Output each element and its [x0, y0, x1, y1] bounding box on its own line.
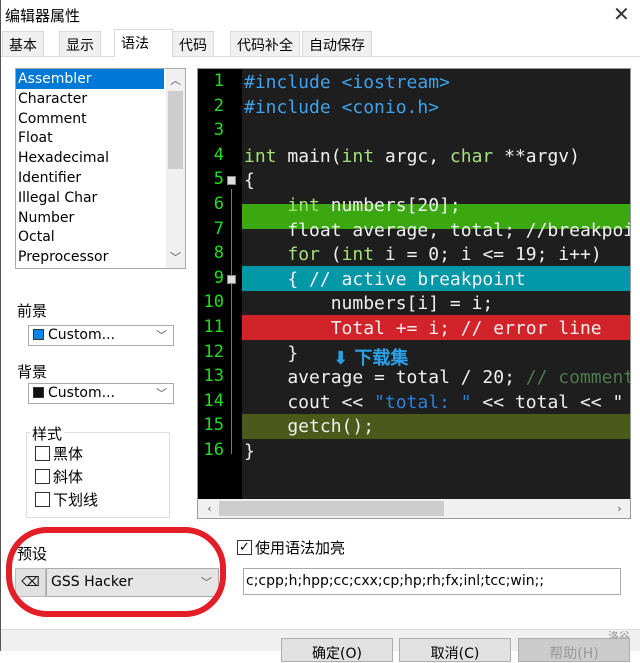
line-number: 15: [203, 415, 224, 436]
line-number: 8: [213, 243, 224, 264]
syntax-highlight-checkbox[interactable]: ✓ 使用语法加亮: [237, 537, 345, 558]
syntax-highlight-label: 使用语法加亮: [255, 539, 346, 557]
annotation-red-ellipse: [6, 527, 226, 617]
list-item[interactable]: Preprocessor: [16, 247, 164, 267]
chevron-right-icon[interactable]: ›: [610, 502, 629, 515]
help-button[interactable]: 帮助(H): [518, 638, 630, 662]
chevron-down-icon[interactable]: ﹀: [166, 249, 185, 265]
tab-autosave[interactable]: 自动保存: [302, 31, 372, 56]
underline-label: 下划线: [53, 491, 99, 509]
foreground-label: 前景: [17, 302, 48, 320]
checkbox-box[interactable]: [35, 469, 50, 484]
tab-code-completion[interactable]: 代码补全: [230, 31, 300, 56]
fold-line: [231, 189, 232, 454]
list-item[interactable]: Number: [16, 208, 164, 228]
line-number: 7: [213, 218, 224, 239]
fold-collapse-icon[interactable]: [227, 176, 236, 185]
line-number: 13: [203, 366, 224, 387]
chevron-left-icon[interactable]: ‹: [200, 502, 219, 515]
tab-display[interactable]: 显示: [59, 31, 101, 56]
color-swatch: [33, 329, 44, 340]
chevron-down-icon: ﹀: [156, 329, 167, 342]
line-number: 11: [203, 317, 224, 337]
tab-syntax[interactable]: 语法: [114, 29, 173, 57]
bold-checkbox[interactable]: 黑体: [35, 443, 83, 464]
checkbox-box[interactable]: [35, 446, 50, 461]
line-number: 12: [203, 341, 224, 362]
list-item[interactable]: Identifier: [16, 168, 164, 188]
tab-basic[interactable]: 基本: [2, 31, 44, 56]
line-number: 2: [213, 95, 224, 116]
italic-checkbox[interactable]: 斜体: [35, 466, 83, 487]
style-group-label: 样式: [30, 423, 65, 444]
background-label: 背景: [17, 363, 48, 381]
list-item[interactable]: Character: [16, 89, 164, 109]
list-item[interactable]: Illegal Char: [16, 188, 164, 208]
horizontal-scrollbar[interactable]: ‹ ›: [198, 499, 630, 518]
line-number: 4: [213, 144, 224, 165]
close-icon[interactable]: ✕: [613, 2, 630, 26]
underline-checkbox[interactable]: 下划线: [35, 489, 98, 510]
background-value: Custom...: [48, 385, 115, 401]
background-color-select[interactable]: Custom... ﹀: [28, 383, 174, 404]
chevron-up-icon[interactable]: ︿: [166, 72, 185, 88]
line-number: 3: [213, 120, 224, 141]
line-number: 1: [213, 71, 224, 91]
watermark-logo: ⬇ 下载集: [333, 348, 409, 369]
checkbox-box[interactable]: [35, 492, 50, 507]
fold-collapse-icon[interactable]: [227, 275, 236, 284]
bold-label: 黑体: [53, 445, 84, 463]
tab-divider: [1, 56, 640, 57]
foreground-value: Custom...: [48, 327, 115, 343]
file-extensions-input[interactable]: c;cpp;h;hpp;cc;cxx;cp;hp;rh;fx;inl;tcc;w…: [243, 568, 621, 595]
chevron-down-icon: ﹀: [156, 387, 167, 400]
list-item[interactable]: Comment: [16, 109, 164, 129]
checkbox-checked-icon[interactable]: ✓: [237, 540, 252, 555]
foreground-color-select[interactable]: Custom... ﹀: [28, 325, 174, 346]
line-number: 10: [203, 292, 224, 313]
list-scrollbar[interactable]: ︿ ﹀: [166, 69, 185, 268]
list-item[interactable]: Float: [16, 128, 164, 148]
window-title: 编辑器属性: [5, 7, 81, 25]
line-number: 5: [213, 169, 224, 190]
scrollbar-thumb[interactable]: [219, 501, 444, 516]
cancel-button[interactable]: 取消(C): [399, 638, 511, 662]
list-item[interactable]: Octal: [16, 227, 164, 247]
color-swatch: [33, 387, 44, 398]
tab-code[interactable]: 代码: [172, 31, 214, 56]
line-number: 14: [203, 390, 224, 411]
scrollbar-thumb[interactable]: [168, 91, 183, 169]
token-type-list[interactable]: Assembler Character Comment Float Hexade…: [15, 68, 186, 269]
line-number: 9: [213, 267, 224, 288]
list-item[interactable]: Hexadecimal: [16, 148, 164, 168]
list-item[interactable]: Assembler: [16, 69, 164, 89]
line-number: 16: [203, 440, 224, 460]
italic-label: 斜体: [53, 468, 84, 486]
code-preview: 1 2 3 4 5 6 7 8 9 10 11 12 13 14 15 16 #include <iostre…: [197, 68, 631, 519]
ok-button[interactable]: 确定(O): [281, 638, 393, 662]
line-number: 6: [213, 194, 224, 214]
